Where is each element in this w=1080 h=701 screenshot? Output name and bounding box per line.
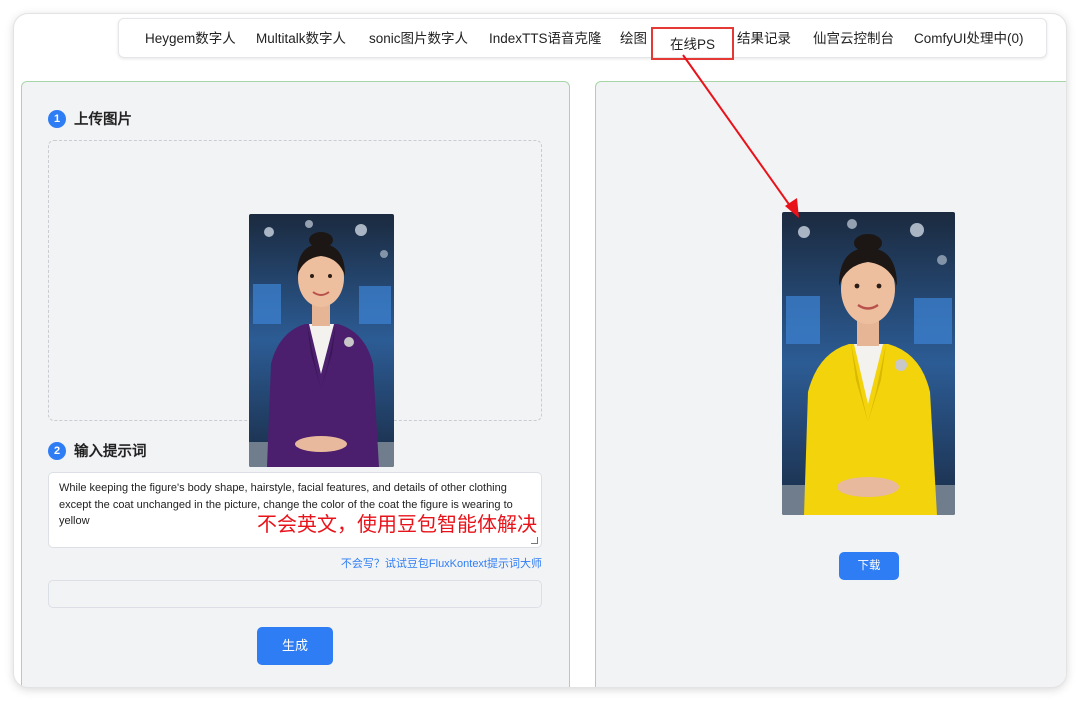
nav-item-multitalk[interactable]: Multitalk数字人 (256, 19, 346, 59)
prompt-helper-link[interactable]: 不会写？试试豆包FluxKontext提示词大师 (341, 555, 542, 571)
step-upload-label: 上传图片 (74, 112, 132, 128)
download-button[interactable]: 下载 (839, 552, 899, 580)
annotation-text: 不会英文，使用豆包智能体解决 (257, 514, 537, 536)
nav-item-drawing[interactable]: 绘图 (620, 19, 647, 59)
step-prompt-title: 2 输入提示词 (48, 440, 147, 461)
nav-item-online-ps[interactable]: 在线PS (651, 27, 735, 60)
nav-item-sonic[interactable]: sonic图片数字人 (369, 19, 468, 59)
step-number-badge: 2 (48, 441, 66, 460)
nav-item-heygem[interactable]: Heygem数字人 (145, 19, 236, 59)
step-prompt-label: 输入提示词 (74, 444, 147, 460)
top-nav: Heygem数字人 Multitalk数字人 sonic图片数字人 IndexT… (118, 18, 1047, 60)
uploaded-image (249, 214, 394, 467)
step-upload-title: 1 上传图片 (48, 108, 132, 129)
secondary-input[interactable] (48, 580, 542, 608)
nav-item-indextts[interactable]: IndexTTS语音克隆 (489, 19, 602, 59)
app-window: Heygem数字人 Multitalk数字人 sonic图片数字人 IndexT… (14, 14, 1066, 687)
nav-item-results[interactable]: 结果记录 (737, 19, 791, 59)
output-panel: 下载 (595, 81, 1066, 687)
input-panel: 1 上传图片 2 输入提示词 While keeping the figure'… (21, 81, 570, 687)
step-number-badge: 1 (48, 109, 66, 128)
resize-handle-icon[interactable] (531, 537, 538, 544)
nav-item-console[interactable]: 仙宫云控制台 (813, 19, 894, 59)
result-image (782, 212, 955, 515)
image-upload-area[interactable] (48, 140, 542, 467)
nav-item-comfyui[interactable]: ComfyUI处理中(0) (914, 19, 1024, 59)
generate-button[interactable]: 生成 (257, 627, 333, 665)
